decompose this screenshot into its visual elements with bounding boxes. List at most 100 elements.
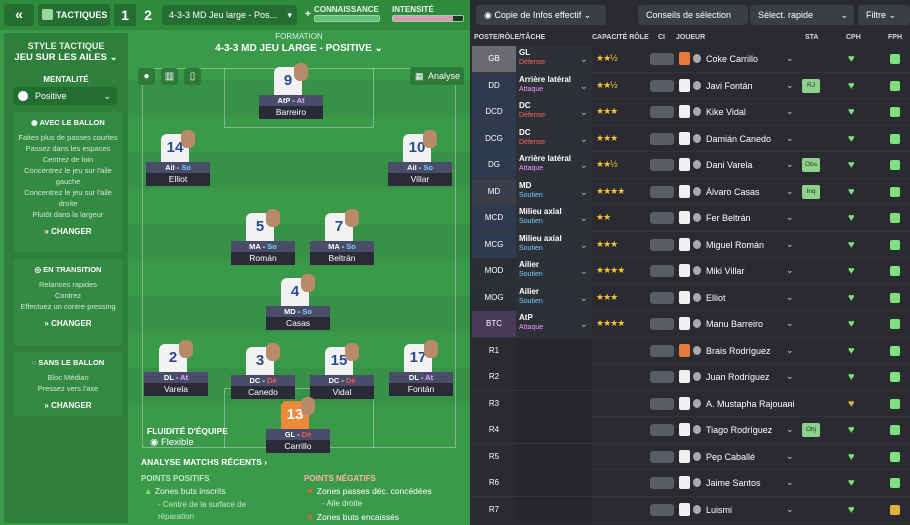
table-row[interactable]: DG Arrière latéral Attaque ⌄ ★★½ Dani Varela ⌄…	[472, 152, 910, 179]
chevron-down-icon[interactable]: ⌄	[786, 265, 794, 276]
analyse-button[interactable]: ▦ Analyse	[410, 67, 464, 85]
player-name[interactable]: Juan Rodríguez	[706, 372, 770, 382]
player-icons[interactable]	[650, 53, 674, 65]
formation-select[interactable]: 4-3-3 MD Jeu large - Pos... ▾	[162, 5, 297, 25]
copy-select[interactable]: ◉ Copie de Infos effectif ⌄	[476, 5, 606, 25]
player-name[interactable]: Luismi	[706, 505, 732, 515]
chevron-down-icon[interactable]: ⌄	[786, 239, 794, 250]
player-name[interactable]: Miguel Román	[706, 240, 764, 250]
player-icons[interactable]	[650, 238, 674, 251]
role-select[interactable]: Milieu axial Soutien ⌄	[516, 231, 592, 258]
player-name[interactable]: Manu Barreiro	[706, 319, 763, 329]
role-select[interactable]: AtP Attaque ⌄	[516, 311, 592, 337]
player-card[interactable]: 17 DL - At Fontán	[389, 340, 453, 396]
player-name[interactable]: Fer Beltrán	[706, 213, 751, 223]
changer-button[interactable]: » CHANGER	[14, 226, 122, 237]
chevron-down-icon[interactable]: ⌄	[786, 451, 794, 462]
chevron-down-icon[interactable]: ⌄	[786, 212, 794, 223]
table-row[interactable]: R2 Juan Rodríguez ⌄ ♥	[472, 364, 910, 391]
player-icons[interactable]	[650, 291, 674, 304]
player-name[interactable]: Dani Varela	[706, 160, 752, 170]
mentalite-select[interactable]: Positive ⌄	[13, 87, 117, 105]
analyse-matchs-link[interactable]: ANALYSE MATCHS RÉCENTS ›	[141, 457, 267, 467]
table-row[interactable]: MCG Milieu axial Soutien ⌄ ★★★ Miguel Román ⌄ ♥	[472, 231, 910, 258]
chevron-down-icon[interactable]: ⌄	[786, 106, 794, 117]
chevron-down-icon[interactable]: ⌄	[786, 292, 794, 303]
style-select[interactable]: JEU SUR LES AILES ⌄	[4, 52, 128, 63]
table-row[interactable]: R7 Luismi ⌄ ♥	[472, 496, 910, 523]
header-joueur[interactable]: JOUEUR	[676, 34, 705, 41]
chevron-down-icon[interactable]: ⌄	[786, 504, 794, 515]
table-row[interactable]: R5 Pep Caballé ⌄ ♥	[472, 443, 910, 470]
player-card[interactable]: 14 AiI - So Elliot	[146, 130, 210, 186]
role-select[interactable]: Milieu axial Soutien ⌄	[516, 205, 592, 231]
player-card[interactable]: 10 AiI - So Villar	[388, 130, 452, 186]
chevron-down-icon[interactable]: ⌄	[786, 318, 794, 329]
player-icons[interactable]	[650, 132, 674, 145]
role-select[interactable]: Arrière latéral Attaque ⌄	[516, 72, 592, 99]
player-icons[interactable]	[650, 424, 674, 436]
player-card[interactable]: 9 AtP - At Barreiro	[259, 63, 323, 119]
table-row[interactable]: R1 Brais Rodríguez ⌄ ♥	[472, 337, 910, 364]
player-icons[interactable]	[650, 397, 674, 410]
table-row[interactable]: DD Arrière latéral Attaque ⌄ ★★½ Javi Fontán ⌄…	[472, 72, 910, 99]
role-select[interactable]: Ailier Soutien ⌄	[516, 284, 592, 311]
player-card[interactable]: 4 MD - So Casas	[266, 274, 330, 330]
role-select[interactable]: Arrière latéral Attaque ⌄	[516, 152, 592, 178]
player-card[interactable]: 7 MA - So Beltrán	[310, 209, 374, 265]
tactic-slot-1[interactable]: 1	[114, 4, 136, 26]
stats-icon[interactable]: ▥	[161, 68, 178, 85]
chevron-down-icon[interactable]: ⌄	[786, 371, 794, 382]
player-view-icon[interactable]: ●	[138, 68, 155, 85]
formation-title[interactable]: 4-3-3 MD JEU LARGE - POSITIVE ⌄	[128, 43, 470, 54]
back-button[interactable]: «	[4, 4, 34, 26]
header-cph[interactable]: CPH	[846, 34, 861, 41]
table-row[interactable]: R6 Jaime Santos ⌄ ♥	[472, 470, 910, 497]
player-name[interactable]: A. Mustapha Rajouani	[706, 399, 795, 409]
header-fph[interactable]: FPH	[888, 34, 902, 41]
tab-tactiques[interactable]: TACTIQUES	[38, 4, 110, 26]
tactic-slot-2[interactable]: 2	[137, 4, 159, 26]
role-select[interactable]: MD Soutien ⌄	[516, 178, 592, 205]
chevron-down-icon[interactable]: ⌄	[786, 53, 794, 64]
player-name[interactable]: Miki Villar	[706, 266, 744, 276]
pitch-view-icon[interactable]: ▯	[184, 68, 201, 85]
header-capacite[interactable]: CAPACITÉ RÔLE	[592, 34, 649, 41]
player-icons[interactable]	[650, 450, 674, 463]
chevron-down-icon[interactable]: ⌄	[786, 186, 794, 197]
player-icons[interactable]	[650, 503, 674, 516]
player-icons[interactable]	[650, 344, 674, 357]
player-icons[interactable]	[650, 318, 674, 330]
conseils-button[interactable]: Conseils de sélection	[638, 5, 748, 25]
table-row[interactable]: R4 Tiago Rodríguez ⌄ Obj ♥	[472, 417, 910, 444]
player-card[interactable]: 15 DC - Dé Vidal	[310, 343, 374, 399]
player-name[interactable]: Damián Canedo	[706, 134, 771, 144]
player-icons[interactable]	[650, 477, 674, 489]
player-name[interactable]: Tiago Rodríguez	[706, 425, 772, 435]
role-select[interactable]: DC Défense ⌄	[516, 125, 592, 152]
player-name[interactable]: Javi Fontán	[706, 81, 753, 91]
chevron-down-icon[interactable]: ⌄	[786, 80, 794, 91]
player-name[interactable]: Elliot	[706, 293, 726, 303]
header-sta[interactable]: STA	[805, 34, 818, 41]
chevron-down-icon[interactable]: ⌄	[786, 398, 794, 409]
player-name[interactable]: Kike Vidal	[706, 107, 746, 117]
player-card[interactable]: 5 MA - So Román	[231, 209, 295, 265]
header-ci[interactable]: CI	[658, 34, 665, 41]
table-row[interactable]: MOD Ailier Soutien ⌄ ★★★★ Miki Villar ⌄ ♥	[472, 258, 910, 285]
table-row[interactable]: GB GL Défense ⌄ ★★½ Coke Carrillo ⌄ ♥	[472, 46, 910, 73]
table-row[interactable]: BTC AtP Attaque ⌄ ★★★★ Manu Barreiro ⌄ ♥	[472, 311, 910, 338]
player-name[interactable]: Brais Rodríguez	[706, 346, 771, 356]
role-select[interactable]: Ailier Soutien ⌄	[516, 258, 592, 284]
filtre-button[interactable]: Filtre ⌄	[858, 5, 910, 25]
player-icons[interactable]	[650, 185, 674, 198]
player-card[interactable]: 2 DL - At Varela	[144, 340, 208, 396]
table-row[interactable]: R3 A. Mustapha Rajouani ⌄ ♥	[472, 390, 910, 417]
changer-button[interactable]: » CHANGER	[14, 400, 122, 411]
table-row[interactable]: DCG DC Défense ⌄ ★★★ Damián Canedo ⌄ ♥	[472, 125, 910, 152]
table-row[interactable]: MCD Milieu axial Soutien ⌄ ★★ Fer Beltrán ⌄ ♥	[472, 205, 910, 232]
header-poste[interactable]: POSTE/RÔLE/TÂCHE	[474, 34, 545, 41]
player-card[interactable]: 3 DC - Dé Canedo	[231, 343, 295, 399]
table-row[interactable]: MD MD Soutien ⌄ ★★★★ Álvaro Casas ⌄ Inq ♥	[472, 178, 910, 205]
player-name[interactable]: Jaime Santos	[706, 478, 761, 488]
